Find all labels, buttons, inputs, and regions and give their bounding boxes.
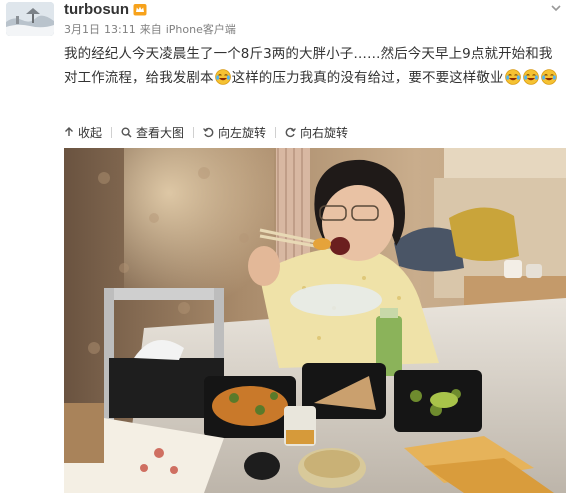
search-icon xyxy=(121,126,132,138)
post-time[interactable]: 13:11 xyxy=(104,23,136,36)
arrow-up-icon xyxy=(65,127,73,136)
laugh-cry-emoji-icon xyxy=(504,69,521,85)
laugh-cry-emoji-icon xyxy=(522,69,539,85)
hospital-meal-photo xyxy=(64,148,566,493)
weibo-post: turbosun 3月1日 13:11 来自 iPhone客户端 我的经纪人今天凌晨生… xyxy=(0,0,570,493)
post-date[interactable]: 3月1日 xyxy=(64,23,100,36)
source-prefix: 来自 xyxy=(139,23,162,36)
rotate-right-icon xyxy=(285,127,296,137)
snow-landscape-avatar-icon xyxy=(6,2,54,36)
rotate-right-button[interactable]: 向右旋转 xyxy=(285,124,348,141)
toolbar-divider xyxy=(193,126,195,138)
chevron-down-icon[interactable] xyxy=(550,2,562,14)
collapse-button[interactable]: 收起 xyxy=(64,124,102,141)
view-large-label: 查看大图 xyxy=(136,125,185,140)
toolbar-divider xyxy=(111,126,113,138)
laugh-cry-emoji-icon xyxy=(540,69,557,85)
rotate-left-icon xyxy=(203,127,214,137)
collapse-label: 收起 xyxy=(78,125,103,140)
laugh-cry-emoji-icon xyxy=(214,69,231,85)
user-avatar[interactable] xyxy=(6,2,54,36)
post-source[interactable]: iPhone客户端 xyxy=(166,23,236,36)
post-content: 我的经纪人今天凌晨生了一个8斤3两的大胖小子……然后今天早上9点就开始和我对工作… xyxy=(64,42,564,90)
toolbar-divider xyxy=(275,126,277,138)
vip-crown-icon[interactable] xyxy=(133,3,147,16)
rotate-right-label: 向右旋转 xyxy=(300,125,349,140)
post-text-part2: 这样的压力我真的没有给过，要不要这样敬业 xyxy=(231,70,504,86)
post-photo[interactable] xyxy=(64,148,566,493)
view-large-button[interactable]: 查看大图 xyxy=(121,124,184,141)
rotate-left-label: 向左旋转 xyxy=(218,125,267,140)
image-toolbar: 收起 查看大图 向左旋转 向右旋转 xyxy=(64,123,348,141)
post-meta: 3月1日 13:11 来自 iPhone客户端 xyxy=(64,23,236,37)
rotate-left-button[interactable]: 向左旋转 xyxy=(203,124,266,141)
username[interactable]: turbosun xyxy=(64,1,129,19)
